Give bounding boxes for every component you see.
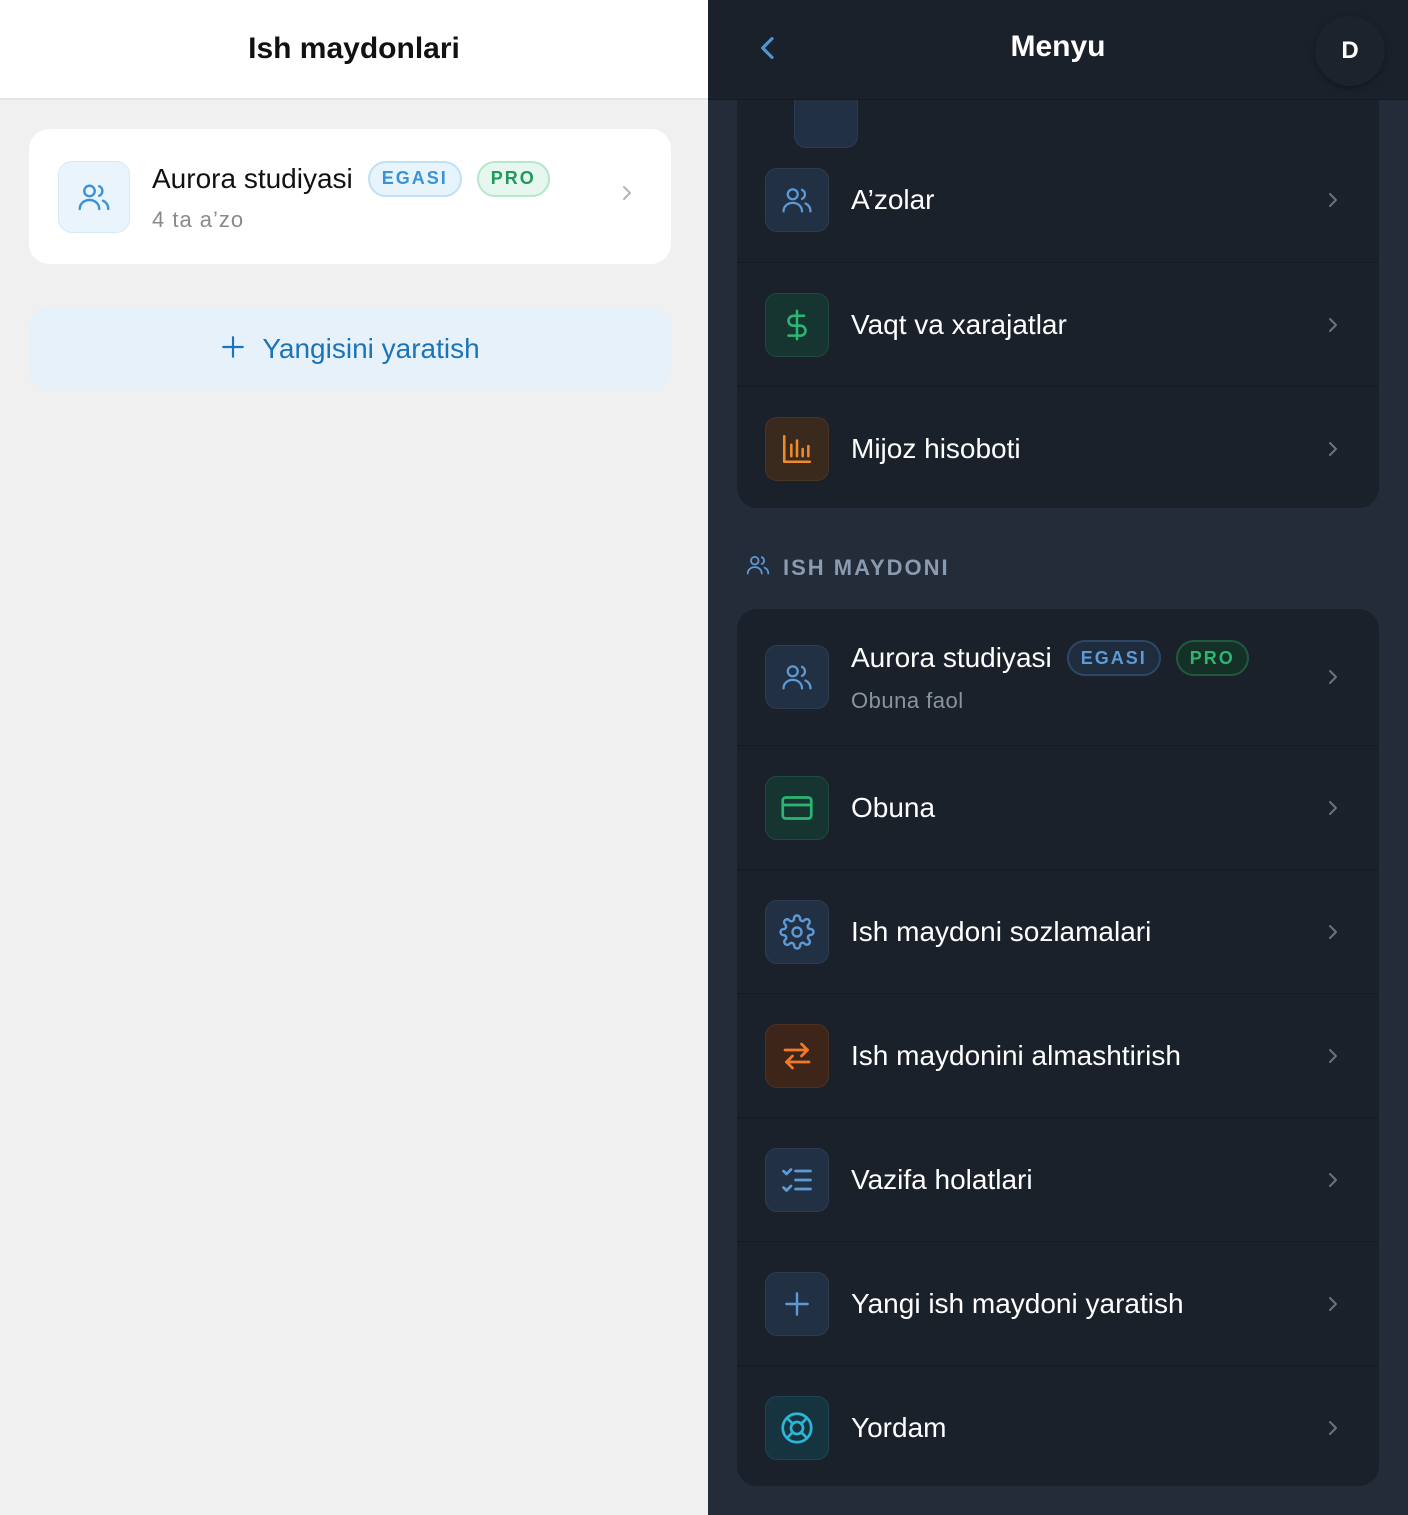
switch-arrows-icon (765, 1023, 829, 1088)
avatar[interactable]: D (1315, 16, 1385, 86)
chevron-right-icon (1321, 1168, 1345, 1197)
dollar-icon (765, 292, 829, 357)
page-title: Ish maydonlari (248, 32, 460, 65)
chevron-right-icon (1321, 665, 1345, 694)
menu-item-client-report[interactable]: Mijoz hisoboti (737, 386, 1379, 508)
users-icon (58, 160, 130, 233)
users-icon (765, 645, 829, 709)
menu-item-switch-workspace[interactable]: Ish maydonini almashtirish (737, 993, 1379, 1117)
workspaces-panel: Ish maydonlari Aurora studiyasi EGASI PR… (0, 0, 708, 1515)
menu-item-subscription[interactable]: Obuna (737, 745, 1379, 869)
chevron-right-icon (1321, 1292, 1345, 1321)
menu-item-label: Obuna (851, 791, 936, 823)
menu-title: Menyu (1010, 30, 1106, 63)
chevron-right-icon (615, 181, 639, 210)
users-icon (765, 168, 829, 232)
workspace-name: Aurora studiyasi (152, 162, 353, 194)
menu-item-label: A’zolar (851, 184, 935, 215)
menu-item-help[interactable]: Yordam (737, 1365, 1379, 1486)
chevron-right-icon (1321, 437, 1345, 466)
menu-item-label: Vazifa holatlari (851, 1163, 1033, 1195)
section-header-workspace: ISH MAYDONI (745, 552, 950, 583)
workspace-name: Aurora studiyasi (851, 642, 1052, 673)
bar-chart-icon (765, 416, 829, 481)
chevron-right-icon (1321, 920, 1345, 949)
menu-item-current-workspace[interactable]: Aurora studiyasi EGASI PRO Obuna faol (737, 609, 1379, 745)
chevron-right-icon (1321, 796, 1345, 825)
chevron-right-icon (1321, 188, 1345, 217)
owner-badge: EGASI (1066, 640, 1161, 676)
credit-card-icon (765, 775, 829, 840)
plan-badge: PRO (1175, 640, 1249, 676)
menu-item-label: Mijoz hisoboti (851, 432, 1021, 464)
create-workspace-button[interactable]: Yangisini yaratish (29, 307, 671, 391)
workspace-member-count: 4 ta a’zo (152, 206, 245, 232)
plus-icon (220, 334, 246, 365)
workspace-card[interactable]: Aurora studiyasi EGASI PRO 4 ta a’zo (29, 129, 671, 264)
users-icon (745, 552, 771, 583)
chevron-right-icon (1321, 1416, 1345, 1445)
subscription-status: Obuna faol (851, 688, 964, 713)
plus-icon (765, 1271, 829, 1336)
menu-card-general: A’zolar Vaqt va xarajatlar Mijoz hisobot… (737, 40, 1379, 508)
menu-item-task-statuses[interactable]: Vazifa holatlari (737, 1117, 1379, 1241)
menu-item-members[interactable]: A’zolar (737, 138, 1379, 262)
lifebuoy-icon (765, 1395, 829, 1460)
menu-item-time-expenses[interactable]: Vaqt va xarajatlar (737, 262, 1379, 386)
menu-header: Menyu D (708, 0, 1408, 100)
workspaces-header: Ish maydonlari (0, 0, 708, 100)
section-title: ISH MAYDONI (783, 554, 950, 580)
menu-item-label: Ish maydonini almashtirish (851, 1039, 1181, 1071)
menu-panel: Menyu D A’zolar Vaqt va xarajatlar Mijoz… (708, 0, 1408, 1515)
menu-item-label: Yangi ish maydoni yaratish (851, 1287, 1184, 1319)
plan-badge: PRO (476, 160, 550, 197)
menu-item-label: Ish maydoni sozlamalari (851, 915, 1152, 947)
menu-item-label: Yordam (851, 1411, 947, 1443)
menu-item-label: Vaqt va xarajatlar (851, 308, 1067, 340)
owner-badge: EGASI (367, 160, 462, 197)
create-workspace-label: Yangisini yaratish (262, 333, 480, 364)
menu-item-workspace-settings[interactable]: Ish maydoni sozlamalari (737, 869, 1379, 993)
gear-icon (765, 899, 829, 964)
checklist-icon (765, 1147, 829, 1212)
menu-card-workspace: Aurora studiyasi EGASI PRO Obuna faol Ob… (737, 609, 1379, 1486)
chevron-right-icon (1321, 313, 1345, 342)
chevron-right-icon (1321, 1044, 1345, 1073)
menu-item-new-workspace[interactable]: Yangi ish maydoni yaratish (737, 1241, 1379, 1365)
